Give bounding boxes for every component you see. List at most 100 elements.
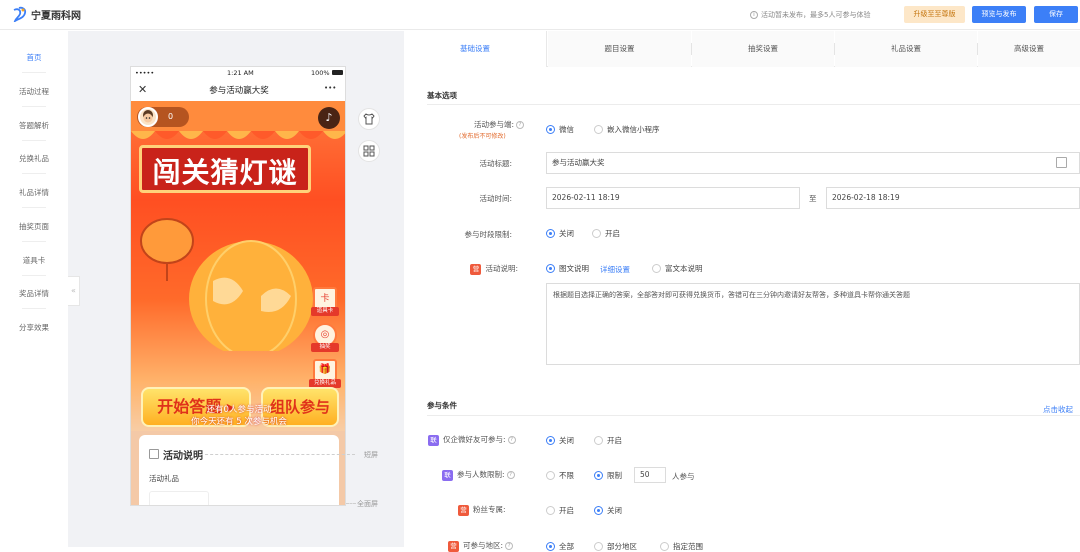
nav-item-prize-detail[interactable]: 奖品详情 bbox=[0, 288, 68, 299]
radio-fans-on[interactable]: 开启 bbox=[546, 505, 574, 516]
radio-period-on[interactable]: 开启 bbox=[592, 228, 620, 239]
nav-item-process[interactable]: 活动过程 bbox=[0, 86, 68, 97]
radio-limit-on[interactable]: 限制 bbox=[594, 470, 622, 481]
time-label: 活动时间: bbox=[479, 194, 512, 203]
preview-publish-button[interactable]: 预览与发布 bbox=[972, 6, 1026, 23]
enterprise-label: 联仅企微好友可参与:? bbox=[428, 434, 540, 446]
notice-text: 活动暂未发布，最多5人可参与体验 bbox=[761, 11, 871, 19]
marketing-badge: 营 bbox=[470, 263, 482, 275]
description-textarea[interactable]: 根据题目选择正确的答案，全部答对即可获得兑换货币，答错可在三分钟内邀请好友帮答，… bbox=[546, 283, 1080, 365]
limit-unit: 人参与 bbox=[672, 472, 695, 481]
battery-icon bbox=[332, 70, 343, 75]
phone-preview: ••••• 1:21 AM 100% ✕ 参与活动赢大奖 ••• 0 ♪ 闯关猜… bbox=[130, 66, 346, 506]
nav-divider bbox=[22, 275, 46, 276]
radio-wechat[interactable]: 微信 bbox=[546, 124, 574, 135]
participants-text: 还有0人参与活动 bbox=[206, 405, 272, 415]
end-time-input[interactable]: 2026-02-18 18:19 bbox=[826, 187, 1080, 209]
logo-text: 宁夏雨科网 bbox=[31, 10, 81, 22]
radio-period-off[interactable]: 关闭 bbox=[546, 228, 574, 239]
help-icon[interactable]: ? bbox=[506, 471, 515, 479]
theme-shirt-icon[interactable] bbox=[358, 108, 380, 130]
collapse-link[interactable]: 点击收起 bbox=[1043, 404, 1073, 415]
tab-questions[interactable]: 题目设置 bbox=[548, 31, 691, 67]
radio-desc-richtext[interactable]: 富文本说明 bbox=[652, 263, 703, 274]
nav-divider bbox=[22, 140, 46, 141]
phone-status-bar: ••••• 1:21 AM 100% bbox=[131, 67, 345, 79]
nav-item-lottery[interactable]: 抽奖页面 bbox=[0, 221, 68, 232]
help-icon[interactable]: ? bbox=[516, 121, 524, 129]
radio-fans-off[interactable]: 关闭 bbox=[594, 505, 622, 516]
text-field-icon[interactable] bbox=[1056, 157, 1067, 168]
score-value: 0 bbox=[168, 112, 174, 121]
radio-enterprise-off[interactable]: 关闭 bbox=[546, 435, 574, 446]
card-title: 活动说明 bbox=[163, 451, 203, 462]
radio-label: 不限 bbox=[559, 471, 574, 480]
region-label-text: 可参与地区: bbox=[463, 541, 504, 550]
music-icon[interactable]: ♪ bbox=[318, 107, 340, 129]
limit-count-input[interactable]: 50 bbox=[634, 467, 666, 483]
gift-icon[interactable]: 🎁 bbox=[313, 359, 337, 381]
participant-note: (发布后不可修改) bbox=[459, 133, 506, 140]
radio-label: 限制 bbox=[607, 471, 622, 480]
radio-dot bbox=[594, 436, 603, 445]
title-input[interactable]: 参与活动赢大奖 bbox=[546, 152, 1080, 174]
carrier-signal: ••••• bbox=[135, 69, 155, 77]
radio-desc-image[interactable]: 图文说明 bbox=[546, 263, 589, 274]
detail-settings-link[interactable]: 详细设置 bbox=[600, 264, 630, 275]
settings-panel: 基础设置 题目设置 抽奖设置 礼品设置 高级设置 基本选项 活动参与端:? (发… bbox=[404, 31, 1080, 552]
activity-info-card: 活动说明 活动礼品 bbox=[139, 435, 339, 505]
info-icon: i bbox=[750, 11, 758, 19]
limit-label: 联参与人数限制:? bbox=[442, 469, 542, 481]
radio-dot bbox=[594, 506, 603, 515]
desc-label: 营活动说明: bbox=[458, 263, 518, 275]
nav-item-props[interactable]: 道具卡 bbox=[0, 255, 68, 266]
tab-lottery[interactable]: 抽奖设置 bbox=[692, 31, 834, 67]
radio-label: 开启 bbox=[607, 436, 622, 445]
nav-item-redeem[interactable]: 兑换礼品 bbox=[0, 153, 68, 164]
nav-item-analysis[interactable]: 答题解析 bbox=[0, 120, 68, 131]
phone-page-title: 参与活动赢大奖 bbox=[209, 86, 269, 96]
full-screen-label: 全面屏 bbox=[357, 500, 378, 508]
help-icon[interactable]: ? bbox=[505, 542, 514, 550]
tab-gifts[interactable]: 礼品设置 bbox=[835, 31, 977, 67]
enterprise-label-text: 仅企微好友可参与: bbox=[443, 435, 506, 444]
radio-dot bbox=[594, 125, 603, 134]
logo[interactable]: 宁夏雨科网 bbox=[12, 6, 81, 24]
nav-divider bbox=[22, 207, 46, 208]
radio-enterprise-on[interactable]: 开启 bbox=[594, 435, 622, 446]
nav-divider bbox=[22, 173, 46, 174]
help-icon[interactable]: ? bbox=[507, 436, 516, 444]
nav-item-share[interactable]: 分享效果 bbox=[0, 322, 68, 333]
preview-tools bbox=[358, 108, 382, 172]
radio-dot bbox=[594, 471, 603, 480]
section-divider bbox=[427, 104, 1080, 105]
save-button[interactable]: 保存 bbox=[1034, 6, 1078, 23]
nav-item-gift-detail[interactable]: 礼品详情 bbox=[0, 187, 68, 198]
radio-limit-none[interactable]: 不限 bbox=[546, 470, 574, 481]
basic-section-title: 基本选项 bbox=[427, 91, 457, 100]
title-input-value: 参与活动赢大奖 bbox=[552, 158, 605, 167]
period-label: 参与时段限制: bbox=[464, 230, 512, 239]
radio-label: 微信 bbox=[559, 125, 574, 134]
wecom-badge: 联 bbox=[428, 434, 439, 446]
radio-label: 关闭 bbox=[559, 229, 574, 238]
participant-label-text: 活动参与端: bbox=[473, 120, 514, 129]
tab-advanced[interactable]: 高级设置 bbox=[978, 31, 1080, 67]
nav-item-home[interactable]: 首页 bbox=[0, 52, 68, 63]
upgrade-button[interactable]: 升级至至尊版 bbox=[904, 6, 965, 23]
wecom-badge: 联 bbox=[442, 469, 453, 481]
qrcode-icon[interactable] bbox=[358, 140, 380, 162]
collapse-nav-button[interactable]: « bbox=[68, 276, 80, 306]
activity-poster: 0 ♪ 闯关猜灯谜 卡 道具卡 ◎ 抽奖 🎁 兑换礼品 开始答题 ▸ 组队参与 bbox=[131, 101, 345, 431]
publish-notice: i 活动暂未发布，最多5人可参与体验 bbox=[750, 10, 870, 20]
avatar[interactable] bbox=[138, 107, 158, 127]
prop-card-label: 道具卡 bbox=[311, 307, 339, 316]
radio-label: 富文本说明 bbox=[665, 264, 703, 273]
radio-miniprogram[interactable]: 嵌入微信小程序 bbox=[594, 124, 660, 135]
more-icon[interactable]: ••• bbox=[324, 84, 336, 92]
tab-basic[interactable]: 基础设置 bbox=[404, 31, 547, 67]
logo-bird-icon bbox=[12, 6, 28, 24]
section-divider bbox=[427, 415, 1080, 416]
chances-text: 你今天还有 5 次参与机会 bbox=[191, 417, 287, 427]
start-time-input[interactable]: 2026-02-11 18:19 bbox=[546, 187, 800, 209]
